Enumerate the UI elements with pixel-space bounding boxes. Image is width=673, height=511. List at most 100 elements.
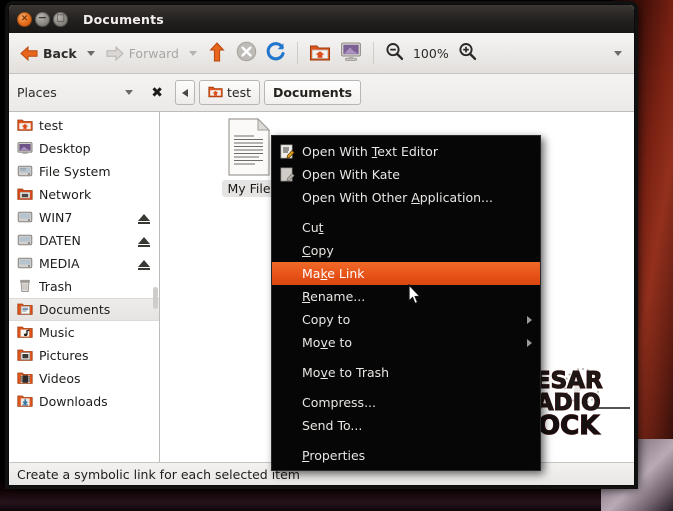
sidebar-item-media[interactable]: MEDIA bbox=[9, 252, 159, 275]
menu-item-label: Send To... bbox=[302, 418, 363, 433]
toolbar-separator bbox=[296, 42, 298, 64]
sidebar-item-network[interactable]: Network bbox=[9, 183, 159, 206]
menu-item-label: Copy bbox=[302, 243, 334, 258]
breadcrumb-item-documents[interactable]: Documents bbox=[264, 80, 362, 105]
reload-button[interactable] bbox=[262, 38, 290, 68]
menu-separator bbox=[272, 354, 540, 361]
network-icon bbox=[17, 187, 33, 203]
back-button[interactable]: Back bbox=[15, 42, 81, 65]
harddisk-icon bbox=[17, 210, 33, 226]
sidebar-item-music[interactable]: Music bbox=[9, 321, 159, 344]
menu-item-label: Open With Text Editor bbox=[302, 144, 438, 159]
sidebar-item-label: WIN7 bbox=[39, 210, 73, 225]
menu-item-open-with-kate[interactable]: Open With Kate bbox=[272, 163, 540, 186]
forward-button[interactable]: Forward bbox=[101, 42, 183, 65]
sidebar-item-label: MEDIA bbox=[39, 256, 80, 271]
sidebar-item-downloads[interactable]: Downloads bbox=[9, 390, 159, 413]
menu-item-label: Cut bbox=[302, 220, 324, 235]
trash-icon bbox=[17, 279, 33, 295]
zoom-out-icon bbox=[385, 42, 404, 64]
maximize-button[interactable]: □ bbox=[53, 11, 68, 27]
chevron-down-icon[interactable] bbox=[125, 90, 134, 95]
menu-item-properties[interactable]: Properties bbox=[272, 444, 540, 467]
back-label: Back bbox=[43, 45, 77, 61]
menu-item-open-with-text-editor[interactable]: Open With Text Editor bbox=[272, 140, 540, 163]
menu-item-label: Rename... bbox=[302, 289, 366, 304]
sidebar-item-label: test bbox=[39, 118, 64, 133]
maximize-icon: □ bbox=[56, 13, 65, 23]
menu-separator bbox=[272, 384, 540, 391]
breadcrumb-scroll-left[interactable] bbox=[175, 80, 195, 105]
stop-icon bbox=[236, 41, 257, 65]
menu-item-open-with-other-application[interactable]: Open With Other Application... bbox=[272, 186, 540, 209]
home-button[interactable] bbox=[305, 39, 335, 68]
up-button[interactable] bbox=[203, 38, 231, 69]
toolbar-overflow-caret[interactable] bbox=[614, 50, 622, 56]
menu-item-make-link[interactable]: Make Link bbox=[272, 262, 540, 305]
file-manager-window: × − □ Documents Back Forward 100% Places… bbox=[8, 4, 635, 486]
eject-icon[interactable] bbox=[138, 214, 150, 224]
sidebar-item-label: DATEN bbox=[39, 233, 81, 248]
eject-icon[interactable] bbox=[138, 237, 150, 247]
back-history-caret[interactable] bbox=[86, 50, 95, 56]
menu-item-rename[interactable]: Rename... bbox=[272, 285, 540, 308]
menu-item-label: Make Link bbox=[302, 266, 365, 281]
sidebar-item-test[interactable]: test bbox=[9, 114, 159, 137]
zoom-in-button[interactable] bbox=[454, 39, 481, 67]
stop-button[interactable] bbox=[232, 38, 261, 68]
documents-icon bbox=[17, 302, 33, 318]
menu-item-send-to[interactable]: Send To... bbox=[272, 414, 540, 437]
sidebar-scrollbar[interactable] bbox=[153, 287, 158, 309]
folder-home-icon bbox=[17, 118, 33, 134]
sidebar-item-label: Desktop bbox=[39, 141, 91, 156]
harddisk-icon bbox=[17, 233, 33, 249]
menu-item-label: Move to Trash bbox=[302, 365, 390, 380]
places-header[interactable]: Places ✖ bbox=[17, 85, 167, 100]
menu-item-label: Properties bbox=[302, 448, 366, 463]
menu-item-cut[interactable]: Cut bbox=[272, 216, 540, 239]
sidebar-item-desktop[interactable]: Desktop bbox=[9, 137, 159, 160]
window-title: Documents bbox=[83, 11, 164, 27]
sidebar-item-label: Network bbox=[39, 187, 92, 202]
kate-editor-icon bbox=[278, 167, 296, 182]
sidebar-item-label: Downloads bbox=[39, 394, 108, 409]
videos-icon bbox=[17, 371, 33, 387]
zoom-in-icon bbox=[458, 42, 477, 64]
sidebar-item-trash[interactable]: Trash bbox=[9, 275, 159, 298]
minimize-icon: − bbox=[37, 10, 48, 24]
window-titlebar[interactable]: × − □ Documents bbox=[9, 5, 634, 33]
sidebar-item-label: Pictures bbox=[39, 348, 89, 363]
sidebar-item-daten[interactable]: DATEN bbox=[9, 229, 159, 252]
menu-item-label: Copy to bbox=[302, 312, 351, 327]
sidebar-item-file-system[interactable]: File System bbox=[9, 160, 159, 183]
zoom-out-button[interactable] bbox=[381, 39, 408, 67]
menu-item-compress[interactable]: Compress... bbox=[272, 391, 540, 414]
minimize-button[interactable]: − bbox=[35, 10, 50, 27]
computer-button[interactable] bbox=[336, 38, 366, 68]
sidebar-item-videos[interactable]: Videos bbox=[9, 367, 159, 390]
menu-item-copy-to[interactable]: Copy to bbox=[272, 308, 540, 331]
zoom-level-label: 100% bbox=[409, 43, 453, 64]
menu-item-move-to[interactable]: Move to bbox=[272, 331, 540, 354]
computer-icon bbox=[340, 41, 362, 65]
sidebar-item-win7[interactable]: WIN7 bbox=[9, 206, 159, 229]
sidebar-item-documents[interactable]: Documents bbox=[9, 298, 159, 321]
submenu-arrow-icon bbox=[527, 338, 532, 347]
menu-item-label: Move to bbox=[302, 335, 353, 350]
menu-item-copy[interactable]: Copy bbox=[272, 239, 540, 262]
close-button[interactable]: × bbox=[17, 11, 32, 27]
eject-icon[interactable] bbox=[138, 260, 150, 270]
forward-history-caret[interactable] bbox=[188, 50, 197, 56]
menu-item-move-to-trash[interactable]: Move to Trash bbox=[272, 361, 540, 384]
home-folder-icon bbox=[309, 42, 331, 65]
close-sidebar-x-icon[interactable]: ✖ bbox=[147, 86, 167, 100]
sidebar-item-label: Music bbox=[39, 325, 75, 340]
text-editor-icon bbox=[278, 144, 296, 159]
toolbar-separator-2 bbox=[372, 42, 374, 64]
menu-separator bbox=[272, 437, 540, 444]
breadcrumb: test Documents bbox=[175, 80, 362, 105]
breadcrumb-item-test[interactable]: test bbox=[199, 80, 261, 105]
sidebar-item-pictures[interactable]: Pictures bbox=[9, 344, 159, 367]
sidebar-item-label: Documents bbox=[39, 302, 111, 317]
back-arrow-icon bbox=[19, 45, 39, 62]
